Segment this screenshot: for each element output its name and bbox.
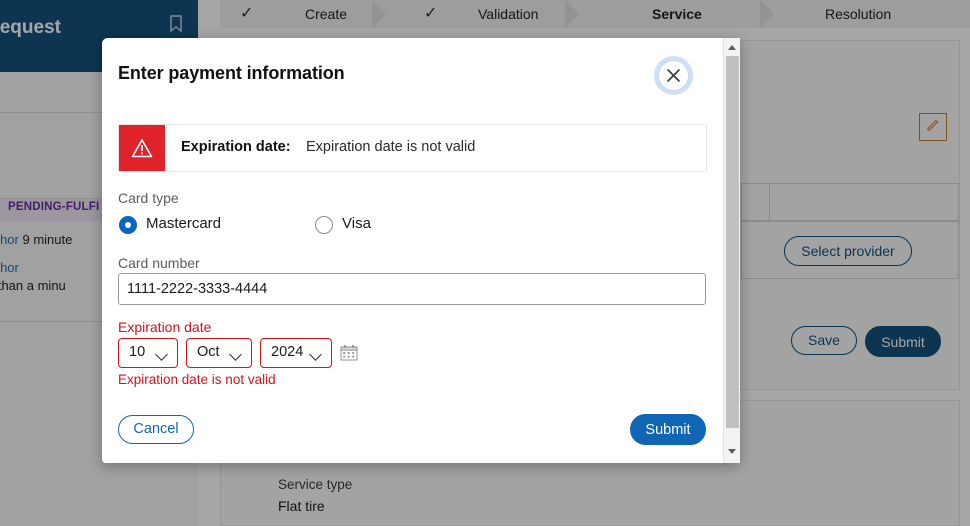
- expiration-month-value: Oct: [197, 344, 220, 360]
- card-type-label: Card type: [118, 190, 179, 206]
- expiration-error-message: Expiration date is not valid: [118, 372, 276, 387]
- expiration-month-select[interactable]: Oct: [186, 338, 252, 368]
- radio-mastercard[interactable]: Mastercard: [119, 215, 279, 235]
- chevron-down-icon: [155, 348, 168, 361]
- cancel-button[interactable]: Cancel: [118, 415, 194, 444]
- error-alert: Expiration date: Expiration date is not …: [118, 124, 707, 172]
- radio-visa-indicator[interactable]: [315, 216, 333, 234]
- radio-visa[interactable]: Visa: [315, 215, 435, 235]
- card-number-input[interactable]: [118, 273, 706, 305]
- warning-triangle-icon: [119, 125, 165, 171]
- chevron-down-icon: [229, 348, 242, 361]
- scroll-up-arrow-icon[interactable]: [724, 39, 741, 56]
- screen: nce Request PENDING-FULFI author 9 minut…: [0, 0, 970, 526]
- close-icon[interactable]: [658, 60, 689, 91]
- chevron-down-icon: [309, 348, 322, 361]
- expiration-date-label: Expiration date: [118, 319, 212, 335]
- expiration-day-value: 10: [129, 344, 146, 360]
- submit-button[interactable]: Submit: [630, 414, 706, 445]
- radio-mastercard-label: Mastercard: [146, 215, 222, 232]
- payment-modal: [102, 38, 740, 463]
- alert-message: Expiration date is not valid: [306, 139, 476, 155]
- modal-content: [102, 38, 722, 463]
- radio-mastercard-indicator[interactable]: [119, 216, 137, 234]
- expiration-day-select[interactable]: 10: [118, 338, 178, 368]
- radio-visa-label: Visa: [342, 215, 371, 232]
- expiration-year-value: 2024: [271, 344, 304, 360]
- expiration-year-select[interactable]: 2024: [260, 338, 332, 368]
- calendar-icon[interactable]: [340, 344, 358, 361]
- modal-title: Enter payment information: [118, 63, 345, 83]
- modal-scrollbar[interactable]: [723, 38, 740, 463]
- scroll-down-arrow-icon[interactable]: [724, 443, 741, 460]
- alert-field-label: Expiration date:: [181, 139, 291, 155]
- scrollbar-thumb[interactable]: [726, 56, 739, 428]
- card-number-label: Card number: [118, 255, 200, 271]
